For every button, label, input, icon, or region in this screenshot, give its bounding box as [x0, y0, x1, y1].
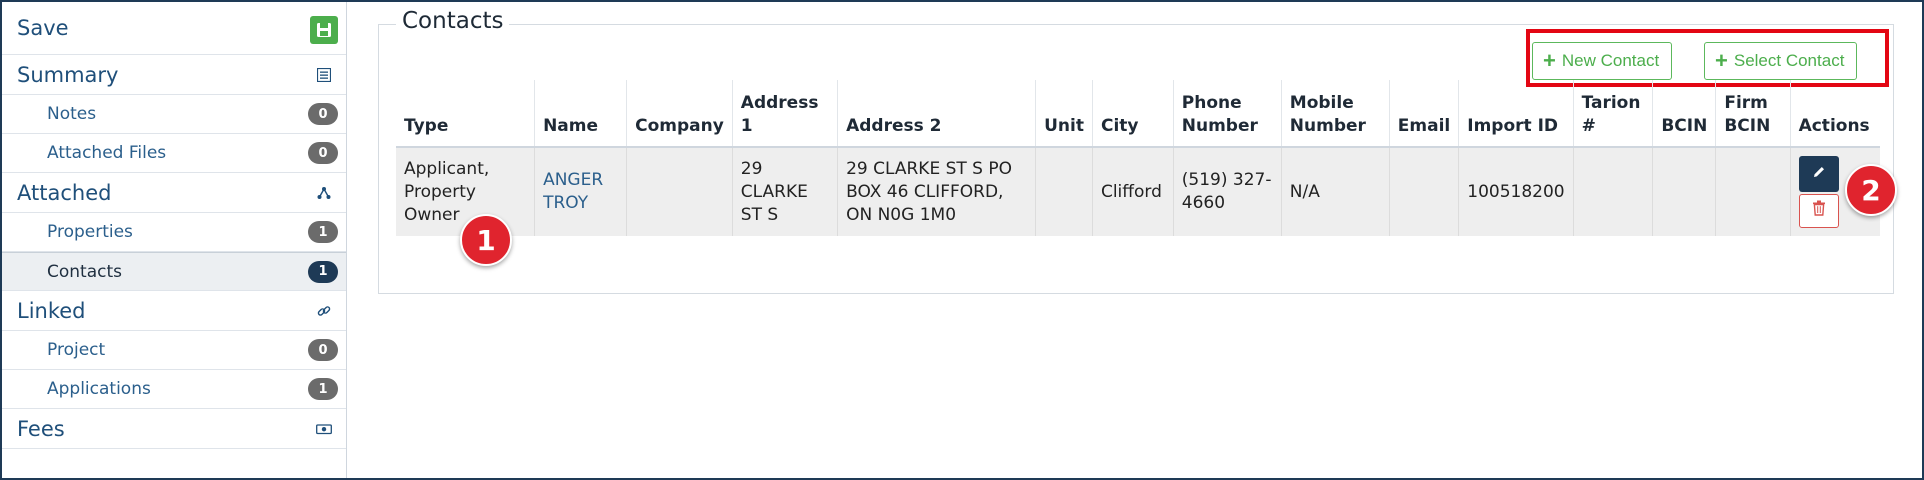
column-header-company[interactable]: Company — [626, 80, 733, 148]
sidebar-properties-label: Properties — [47, 222, 133, 242]
column-header-phone[interactable]: Phone Number — [1172, 80, 1282, 148]
sidebar-item-contacts[interactable]: Contacts 1 — [2, 252, 346, 291]
cell-city: Clifford — [1091, 147, 1174, 236]
sidebar-attached-files-label: Attached Files — [47, 143, 167, 163]
column-header-tarion[interactable]: Tarion # — [1572, 80, 1653, 148]
money-icon — [316, 421, 332, 437]
sidebar-contacts-label: Contacts — [47, 261, 122, 282]
link-icon — [316, 303, 332, 319]
new-contact-label: New Contact — [1561, 51, 1660, 70]
column-header-bcin[interactable]: BCIN — [1652, 80, 1716, 148]
edit-button[interactable] — [1798, 156, 1839, 192]
sidebar-project-label: Project — [47, 340, 106, 360]
plus-icon: + — [1543, 48, 1556, 73]
cell-name: ANGER TROY — [534, 147, 627, 236]
sidebar-item-summary[interactable]: Summary — [2, 55, 346, 95]
column-header-name[interactable]: Name — [534, 80, 627, 148]
sidebar-item-applications[interactable]: Applications 1 — [2, 370, 346, 409]
cell-address1: 29 CLARKE ST S — [731, 147, 838, 236]
select-contact-button[interactable]: + Select Contact — [1704, 42, 1858, 80]
table-header-row: Type Name Company Address 1 Address 2 Un… — [396, 80, 1880, 148]
section-title: Contacts — [396, 8, 510, 34]
sidebar-item-linked[interactable]: Linked — [2, 291, 346, 331]
delete-button[interactable] — [1798, 194, 1839, 228]
contact-name-link[interactable]: ANGER TROY — [543, 170, 603, 213]
new-contact-button[interactable]: + New Contact — [1532, 42, 1673, 80]
contacts-table: Type Name Company Address 1 Address 2 Un… — [396, 80, 1880, 236]
column-header-address1[interactable]: Address 1 — [731, 80, 838, 148]
floppy-disk-icon[interactable] — [310, 16, 338, 44]
cell-bcin — [1652, 147, 1716, 236]
sitemap-icon — [316, 185, 332, 201]
column-header-email[interactable]: Email — [1388, 80, 1459, 148]
column-header-type[interactable]: Type — [396, 80, 535, 148]
cell-import-id: 100518200 — [1458, 147, 1574, 236]
applications-count-badge: 1 — [308, 378, 338, 400]
sidebar-applications-label: Applications — [47, 379, 151, 399]
contacts-count-badge: 1 — [308, 260, 338, 283]
column-header-firm-bcin[interactable]: Firm BCIN — [1715, 80, 1791, 148]
cell-firm-bcin — [1715, 147, 1791, 236]
table-row: Applicant, Property Owner ANGER TROY 29 … — [396, 147, 1880, 236]
sidebar-item-attached[interactable]: Attached — [2, 173, 346, 213]
cell-tarion — [1572, 147, 1653, 236]
trash-icon — [1812, 200, 1826, 223]
sidebar-notes-label: Notes — [47, 104, 97, 124]
list-icon — [316, 67, 332, 83]
plus-icon: + — [1715, 48, 1728, 73]
sidebar: Save Summary Notes 0 Attached Files 0 At… — [2, 2, 347, 478]
column-header-mobile[interactable]: Mobile Number — [1280, 80, 1390, 148]
sidebar-save-label: Save — [17, 16, 69, 40]
annotation-marker-2: 2 — [1845, 164, 1897, 216]
pencil-icon — [1812, 163, 1826, 186]
column-header-actions: Actions — [1789, 80, 1880, 148]
cell-unit — [1035, 147, 1093, 236]
column-header-import-id[interactable]: Import ID — [1458, 80, 1574, 148]
sidebar-attached-label: Attached — [17, 180, 112, 205]
sidebar-item-save[interactable]: Save — [2, 2, 346, 55]
column-header-address2[interactable]: Address 2 — [837, 80, 1036, 148]
cell-address2: 29 CLARKE ST S PO BOX 46 CLIFFORD, ON N0… — [837, 147, 1036, 236]
sidebar-summary-label: Summary — [17, 62, 119, 87]
sidebar-fees-label: Fees — [17, 416, 65, 441]
sidebar-linked-label: Linked — [17, 298, 86, 323]
annotation-marker-1: 1 — [460, 214, 512, 266]
column-header-city[interactable]: City — [1091, 80, 1174, 148]
cell-mobile: N/A — [1280, 147, 1390, 236]
cell-email — [1388, 147, 1459, 236]
sidebar-item-notes[interactable]: Notes 0 — [2, 95, 346, 134]
project-count-badge: 0 — [308, 339, 338, 361]
attached-files-count-badge: 0 — [308, 142, 338, 164]
sidebar-item-attached-files[interactable]: Attached Files 0 — [2, 134, 346, 173]
select-contact-label: Select Contact — [1733, 51, 1845, 70]
cell-phone: (519) 327-4660 — [1172, 147, 1282, 236]
cell-company — [626, 147, 733, 236]
notes-count-badge: 0 — [308, 103, 338, 125]
sidebar-item-fees[interactable]: Fees — [2, 409, 346, 449]
sidebar-item-properties[interactable]: Properties 1 — [2, 213, 346, 252]
column-header-unit[interactable]: Unit — [1035, 80, 1093, 148]
properties-count-badge: 1 — [308, 221, 338, 243]
sidebar-item-project[interactable]: Project 0 — [2, 331, 346, 370]
